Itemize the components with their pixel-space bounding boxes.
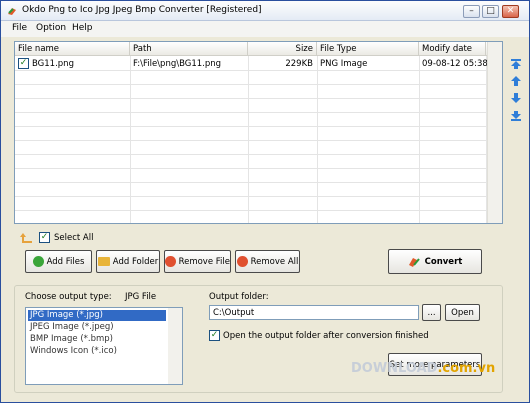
move-bottom-icon[interactable] — [510, 110, 522, 122]
add-files-button[interactable]: Add Files — [25, 250, 92, 273]
file-list-scrollbar[interactable] — [487, 42, 502, 223]
watermark-brand: DOWNLOAD — [351, 361, 438, 376]
move-up-icon[interactable] — [510, 75, 522, 87]
add-folder-label: Add Folder — [112, 256, 159, 267]
grid-line — [15, 84, 486, 85]
add-icon — [32, 256, 44, 267]
remove-file-label: Remove File — [178, 256, 230, 267]
column-file-name[interactable]: File name — [15, 42, 130, 56]
menu-file[interactable]: File — [12, 23, 27, 33]
grid-line — [15, 196, 486, 197]
list-item[interactable]: Windows Icon (*.ico) — [28, 346, 166, 357]
remove-file-button[interactable]: Remove File — [164, 250, 231, 273]
column-modify-date[interactable]: Modify date — [419, 42, 486, 56]
convert-button[interactable]: Convert — [388, 249, 482, 274]
open-after-label: Open the output folder after conversion … — [223, 331, 429, 341]
move-down-icon[interactable] — [510, 92, 522, 104]
remove-all-label: Remove All — [250, 256, 299, 267]
cell-size: 229KB — [285, 59, 313, 69]
title-bar: Okdo Png to Ico Jpg Jpeg Bmp Converter [… — [1, 1, 529, 21]
remove-icon — [165, 256, 176, 267]
grid-line — [15, 98, 486, 99]
cell-path: F:\File\png\BG11.png — [133, 59, 222, 69]
menu-option[interactable]: Option — [36, 23, 66, 33]
format-list-scrollbar[interactable] — [168, 308, 182, 384]
remove-all-button[interactable]: Remove All — [235, 250, 300, 273]
up-folder-icon[interactable] — [20, 232, 33, 243]
grid-line — [15, 182, 486, 183]
close-button[interactable]: ✕ — [502, 5, 519, 18]
cell-modify-date: 09-08-12 05:38 — [422, 59, 488, 69]
cell-file-name: BG11.png — [32, 59, 74, 69]
watermark-suffix: .com.vn — [437, 361, 496, 376]
grid-line — [15, 140, 486, 141]
app-icon — [8, 8, 16, 15]
file-list-header: File name Path Size File Type Modify dat… — [15, 42, 502, 56]
app-window: Okdo Png to Ico Jpg Jpeg Bmp Converter [… — [0, 0, 530, 403]
output-format-list[interactable]: JPG Image (*.jpg) JPEG Image (*.jpeg) BM… — [25, 307, 183, 385]
select-all-checkbox[interactable]: ✓ — [39, 232, 50, 243]
row-checkbox[interactable]: ✓ — [18, 58, 29, 69]
move-top-icon[interactable] — [510, 58, 522, 70]
open-button[interactable]: Open — [445, 304, 480, 321]
open-after-checkbox[interactable]: ✓ — [209, 330, 220, 341]
select-all-label: Select All — [54, 233, 94, 243]
menu-bar: File Option Help — [1, 21, 529, 37]
output-folder-label: Output folder: — [209, 292, 269, 302]
convert-icon — [408, 257, 420, 267]
list-item[interactable]: BMP Image (*.bmp) — [28, 334, 166, 345]
menu-help[interactable]: Help — [72, 23, 93, 33]
list-item[interactable]: JPEG Image (*.jpeg) — [28, 322, 166, 333]
list-item[interactable]: JPG Image (*.jpg) — [28, 310, 166, 321]
remove-all-icon — [236, 256, 248, 267]
choose-output-label: Choose output type: — [25, 292, 112, 302]
grid-line — [15, 112, 486, 113]
minimize-button[interactable]: – — [463, 5, 480, 18]
window-title: Okdo Png to Ico Jpg Jpeg Bmp Converter [… — [22, 5, 262, 15]
grid-line — [15, 70, 486, 71]
convert-label: Convert — [424, 256, 463, 267]
grid-line — [15, 210, 486, 211]
column-path[interactable]: Path — [130, 42, 248, 56]
watermark: DOWNLOAD.com.vn — [351, 361, 495, 376]
column-size[interactable]: Size — [248, 42, 317, 56]
output-folder-input[interactable]: C:\Output — [209, 305, 419, 320]
column-file-type[interactable]: File Type — [317, 42, 419, 56]
maximize-button[interactable]: □ — [482, 5, 499, 18]
file-list[interactable]: File name Path Size File Type Modify dat… — [14, 41, 503, 224]
add-folder-button[interactable]: Add Folder — [96, 250, 160, 273]
choose-output-value: JPG File — [125, 292, 157, 302]
cell-file-type: PNG Image — [320, 59, 368, 69]
add-files-label: Add Files — [46, 256, 85, 267]
folder-icon — [97, 257, 110, 266]
grid-line — [15, 126, 486, 127]
browse-button[interactable]: ... — [422, 304, 441, 321]
grid-line — [15, 154, 486, 155]
grid-line — [15, 168, 486, 169]
